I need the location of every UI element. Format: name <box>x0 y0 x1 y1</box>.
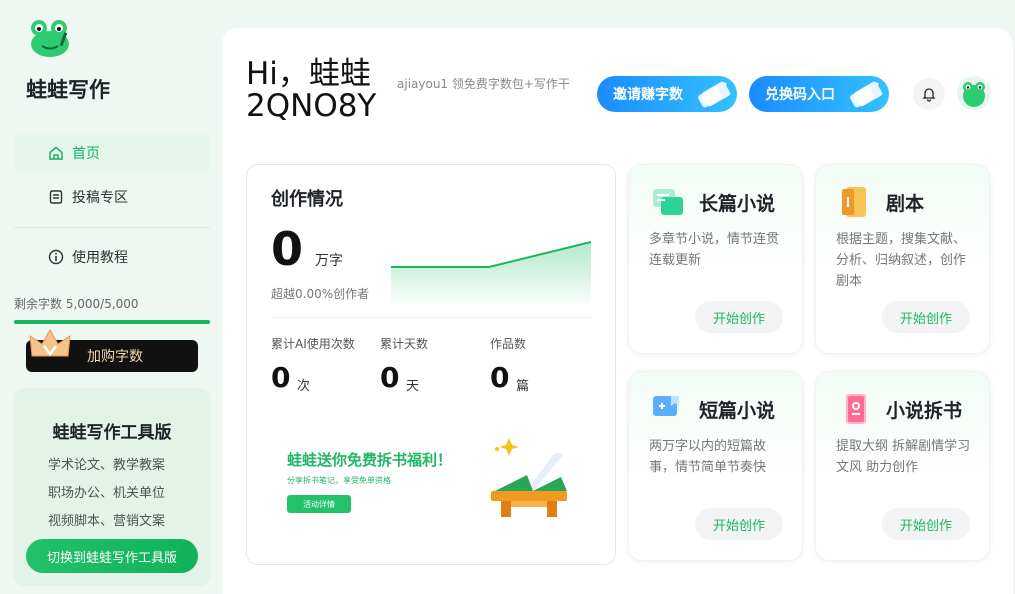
announcement-ticker[interactable]: ajiayou1 领免费字数包+写作干 <box>397 75 597 92</box>
metric-unit: 天 <box>406 379 420 394</box>
short-novel-icon <box>653 396 679 416</box>
metric-unit: 篇 <box>516 379 530 394</box>
tool-card-line: 视频脚本、营销文案 <box>48 514 166 529</box>
promo-details-button[interactable]: 活动详情 <box>287 495 351 513</box>
promo-title: 蛙蛙送你免费拆书福利！ <box>287 451 453 469</box>
feature-card-short-novel[interactable]: 短篇小说 两万字以内的短篇故事，情节简单节奏快 开始创作 <box>628 371 803 561</box>
feature-description: 提取大纲 拆解剧情学习文风 助力创作 <box>836 439 971 475</box>
long-novel-icon <box>653 189 683 215</box>
home-icon <box>49 146 63 160</box>
feature-title: 小说拆书 <box>886 400 963 422</box>
feature-description: 多章节小说，情节连贯连载更新 <box>649 232 780 268</box>
metric-value: 0 <box>380 361 400 394</box>
book-breakdown-icon <box>846 394 866 424</box>
notification-button[interactable] <box>913 78 945 110</box>
switch-tool-version-button[interactable]: 切换到蛙蛙写作工具版 <box>26 539 198 573</box>
book-stand-icon <box>491 438 567 517</box>
tool-card-line: 学术论文、教学教案 <box>48 458 166 473</box>
info-icon <box>48 249 64 265</box>
feature-description: 根据主题，搜集文献、分析、归纳叙述，创作剧本 <box>836 232 967 289</box>
redeem-code-button[interactable]: 兑换码入口 <box>749 76 889 112</box>
word-quota-text: 剩余字数 5,000/5,000 <box>14 297 139 311</box>
feature-title: 短篇小说 <box>699 400 776 422</box>
crown-icon <box>29 328 71 357</box>
redeem-label: 兑换码入口 <box>765 87 835 103</box>
greeting-title: Hi，蛙蛙 2QNO8Y <box>246 56 377 124</box>
total-words-unit: 万字 <box>315 253 343 269</box>
promo-subtitle: 分享拆书笔记，享受免单资格 <box>287 476 391 485</box>
metric-unit: 次 <box>297 379 311 394</box>
tool-card-title: 蛙蛙写作工具版 <box>52 423 172 443</box>
ticket-icon <box>698 81 731 108</box>
script-icon <box>842 187 866 217</box>
metric-value: 0 <box>490 361 510 394</box>
sidebar-item-tutorial[interactable]: 使用教程 <box>14 237 210 277</box>
stats-title: 创作情况 <box>271 189 343 210</box>
tool-version-card: 蛙蛙写作工具版 学术论文、教学教案 职场办公、机关单位 视频脚本、营销文案 切换… <box>14 388 210 586</box>
start-creating-button[interactable]: 开始创作 <box>882 301 970 333</box>
sidebar-item-label: 首页 <box>72 146 100 162</box>
feature-title: 剧本 <box>886 193 925 215</box>
bell-icon <box>922 88 936 102</box>
metric-value: 0 <box>271 361 291 394</box>
feature-card-long-novel[interactable]: 长篇小说 多章节小说，情节连贯连载更新 开始创作 <box>628 164 803 354</box>
word-quota-bar <box>14 320 210 324</box>
invite-earn-words-button[interactable]: 邀请赚字数 <box>597 76 737 112</box>
creation-stats-card: 创作情况 0 万字 超越0.00%创作者 累计AI使用次数 0 次 累计天数 0… <box>246 164 616 565</box>
stats-divider <box>271 317 591 318</box>
sidebar-item-submissions[interactable]: 投稿专区 <box>14 177 210 217</box>
beat-percentage-text: 超越0.00%创作者 <box>271 287 370 301</box>
user-avatar[interactable] <box>957 76 991 110</box>
submit-icon <box>49 190 63 204</box>
brand-name: 蛙蛙写作 <box>26 78 110 102</box>
sidebar-divider <box>14 227 210 228</box>
metric-label: 累计天数 <box>380 337 429 351</box>
sidebar-item-label: 使用教程 <box>72 250 128 266</box>
invite-label: 邀请赚字数 <box>613 87 683 103</box>
metric-label: 作品数 <box>490 337 527 351</box>
main-panel: Hi，蛙蛙 2QNO8Y ajiayou1 领免费字数包+写作干 邀请赚字数 兑换… <box>222 28 1013 594</box>
frog-logo-icon <box>31 20 69 57</box>
start-creating-button[interactable]: 开始创作 <box>882 508 970 540</box>
word-quota-fill <box>14 320 210 324</box>
start-creating-button[interactable]: 开始创作 <box>695 301 783 333</box>
metric-label: 累计AI使用次数 <box>271 337 355 351</box>
feature-card-script[interactable]: 剧本 根据主题，搜集文献、分析、归纳叙述，创作剧本 开始创作 <box>815 164 990 354</box>
sidebar-item-home[interactable]: 首页 <box>14 133 210 173</box>
ticket-icon <box>850 81 883 108</box>
feature-card-book-breakdown[interactable]: 小说拆书 提取大纲 拆解剧情学习文风 助力创作 开始创作 <box>815 371 990 561</box>
start-creating-button[interactable]: 开始创作 <box>695 508 783 540</box>
feature-description: 两万字以内的短篇故事，情节简单节奏快 <box>649 439 767 475</box>
sidebar: 蛙蛙写作 首页 投稿专区 使用教程 剩余字数 5,000/5,000 加购字数 … <box>0 0 222 594</box>
frog-avatar-icon <box>963 82 985 107</box>
sidebar-item-label: 投稿专区 <box>72 190 128 206</box>
trend-sparkline <box>391 241 591 305</box>
feature-title: 长篇小说 <box>699 193 776 215</box>
total-words-value: 0 <box>271 222 304 276</box>
tool-card-line: 职场办公、机关单位 <box>48 486 166 501</box>
